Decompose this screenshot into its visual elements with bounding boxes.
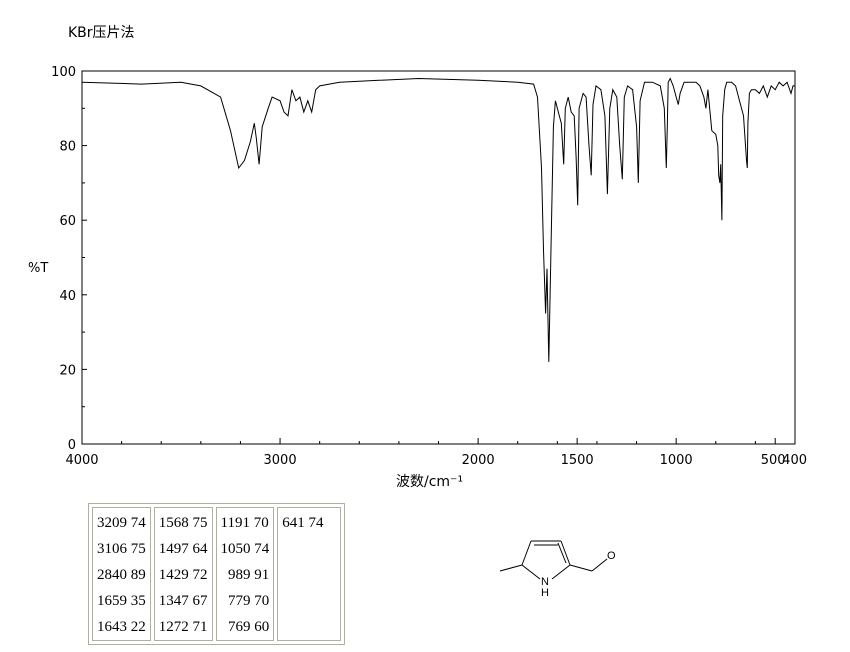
peak-entry: 1643 22 [97, 619, 146, 635]
peak-entry: 1659 35 [97, 593, 146, 609]
peak-entry: 3106 75 [97, 541, 146, 557]
x-tick-label: 3000 [264, 453, 297, 468]
peak-entry: 989 91 [220, 567, 270, 583]
peak-entry: 1497 64 [158, 541, 208, 557]
x-axis-label: 波数/cm⁻¹ [396, 474, 463, 490]
ir-spectrum-chart: 020406080100 4000 3000 2000 1500 1000 500400 … [28, 65, 807, 490]
atom-label-o: O [607, 550, 616, 562]
molecule-structure: O N H [499, 540, 616, 599]
y-tick-label: 60 [59, 214, 76, 229]
peak-column-3: 1191 70 1050 74 989 91 779 70 769 60 [215, 507, 275, 641]
x-tick-label: 4000 [65, 453, 98, 468]
plot-frame [81, 70, 796, 445]
peak-entry: 1568 75 [158, 515, 208, 531]
y-tick-label: 100 [51, 65, 76, 80]
y-tick-label: 40 [59, 289, 76, 304]
peak-column-1: 3209 74 3106 75 2840 89 1659 35 1643 22 [92, 507, 151, 641]
x-axis-ticks: 4000 3000 2000 1500 1000 500400 [65, 438, 807, 468]
peak-entry: 3209 74 [97, 515, 146, 531]
y-tick-label: 80 [59, 140, 76, 155]
y-tick-label: 0 [68, 438, 76, 453]
peak-table: 3209 74 3106 75 2840 89 1659 35 1643 22 … [88, 503, 346, 645]
peak-entry: 1272 71 [158, 619, 208, 635]
y-axis-label: %T [28, 261, 48, 276]
peak-entry: 779 70 [220, 593, 270, 609]
peak-entry: 769 60 [220, 619, 270, 635]
peak-entry: 2840 89 [97, 567, 146, 583]
peak-column-2: 1568 75 1497 64 1429 72 1347 67 1272 71 [153, 507, 213, 641]
peak-entry: 1050 74 [220, 541, 270, 557]
peak-entry: 1429 72 [158, 567, 208, 583]
x-tick-label: 1000 [660, 453, 693, 468]
peak-entry: 1347 67 [158, 593, 208, 609]
peak-entry: 641 74 [282, 515, 324, 531]
x-tick-label: 2000 [462, 453, 495, 468]
x-tick-label: 400 [782, 453, 807, 468]
spectrum-line [81, 77, 795, 362]
peak-entry: 1191 70 [220, 515, 269, 531]
y-tick-label: 20 [59, 363, 76, 378]
x-tick-label: 1500 [561, 453, 594, 468]
atom-label-h: H [541, 587, 549, 599]
peak-column-4: 641 74 [277, 507, 342, 641]
